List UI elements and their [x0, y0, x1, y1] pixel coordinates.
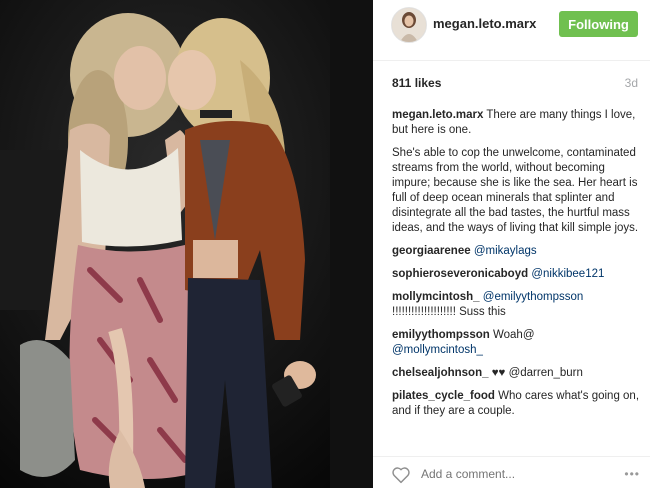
comment-username[interactable]: chelsealjohnson_ — [392, 367, 489, 379]
post-header: megan.leto.marx Following — [373, 0, 650, 48]
likes-count[interactable]: 811 likes — [392, 76, 441, 90]
comments-list: megan.leto.marx There are many things I … — [392, 108, 642, 450]
heart-icon[interactable] — [391, 466, 411, 484]
comment-username[interactable]: emilyythompsson — [392, 329, 490, 341]
comment-username[interactable]: mollymcintosh_ — [392, 291, 480, 303]
avatar-image — [392, 8, 426, 42]
post-sidebar: megan.leto.marx Following 811 likes 3d m… — [373, 0, 650, 488]
add-comment-row: ••• — [373, 462, 650, 488]
comment-mention[interactable]: @emilyythompsson — [483, 291, 584, 303]
caption: megan.leto.marx There are many things I … — [392, 108, 642, 138]
divider — [373, 60, 650, 61]
post-time[interactable]: 3d — [625, 76, 638, 90]
comment-mention[interactable]: @nikkibee121 — [531, 268, 604, 280]
comment: pilates_cycle_food Who cares what's goin… — [392, 389, 642, 419]
instagram-post: megan.leto.marx Following 811 likes 3d m… — [0, 0, 650, 488]
comment: mollymcintosh_ @emilyythompsson !!!!!!!!… — [392, 290, 642, 320]
comment-text: Woah@ — [492, 329, 535, 341]
comment-mention[interactable]: @mikaylags — [474, 245, 537, 257]
avatar[interactable] — [391, 7, 427, 43]
comment: georgiaarenee @mikaylags — [392, 244, 642, 259]
add-comment-input[interactable] — [421, 467, 571, 481]
comment-username[interactable]: pilates_cycle_food — [392, 390, 495, 402]
comment-text: ♥♥ @darren_burn — [491, 367, 583, 379]
more-options-icon[interactable]: ••• — [624, 467, 640, 481]
comment: emilyythompsson Woah@ @mollymcintosh_ — [392, 328, 642, 358]
comment-username[interactable]: georgiaarenee — [392, 245, 471, 257]
following-button[interactable]: Following — [559, 11, 638, 37]
comment: chelsealjohnson_ ♥♥ @darren_burn — [392, 366, 642, 381]
comment-username[interactable]: sophieroseveronicaboyd — [392, 268, 528, 280]
post-photo[interactable] — [0, 0, 373, 488]
comment-mention[interactable]: @mollymcintosh_ — [392, 344, 483, 356]
username[interactable]: megan.leto.marx — [433, 16, 536, 31]
divider — [373, 456, 650, 457]
comment-text: !!!!!!!!!!!!!!!!!!!! Suss this — [392, 306, 506, 318]
comment: sophieroseveronicaboyd @nikkibee121 — [392, 267, 642, 282]
photo-image — [0, 0, 373, 488]
caption-body: She's able to cop the unwelcome, contami… — [392, 147, 639, 234]
caption-username[interactable]: megan.leto.marx — [392, 109, 483, 121]
